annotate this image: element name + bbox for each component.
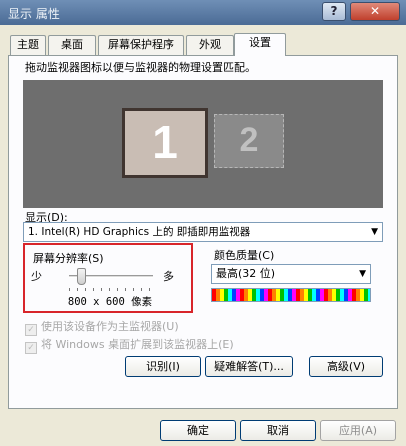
tab-settings[interactable]: 设置 — [234, 33, 286, 56]
color-quality-value: 最高(32 位) — [216, 267, 276, 280]
primary-monitor-checkbox[interactable]: ✓ 使用该设备作为主监视器(U) — [25, 318, 179, 336]
color-quality-label: 颜色质量(C) — [214, 249, 275, 262]
color-spectrum-bar — [211, 288, 371, 302]
slider-ticks — [69, 288, 153, 291]
settings-panel: 拖动监视器图标以便与监视器的物理设置匹配。 1 2 显示(D): 1. Inte… — [8, 55, 398, 409]
chevron-down-icon: ▼ — [359, 269, 366, 279]
checkbox-label: 将 Windows 桌面扩展到该监视器上(E) — [41, 338, 234, 351]
title-bar: 显示 属性 ? ✕ — [0, 0, 406, 25]
close-button[interactable]: ✕ — [350, 2, 400, 21]
resolution-slider-thumb[interactable] — [76, 268, 86, 285]
advanced-button[interactable]: 高级(V) — [309, 356, 383, 377]
help-button[interactable]: ? — [322, 2, 346, 21]
window-title: 显示 属性 — [8, 7, 60, 21]
ok-button[interactable]: 确定 — [160, 420, 236, 441]
resolution-value: 800 x 600 像素 — [67, 296, 153, 308]
display-select-value: 1. Intel(R) HD Graphics 上的 即插即用监视器 — [28, 226, 251, 238]
checkbox-icon: ✓ — [25, 324, 37, 336]
tab-screensaver[interactable]: 屏幕保护程序 — [98, 35, 184, 55]
tab-appearance[interactable]: 外观 — [186, 35, 234, 55]
resolution-high-label: 多 — [163, 270, 174, 283]
cancel-button[interactable]: 取消 — [240, 420, 316, 441]
color-quality-select[interactable]: 最高(32 位) ▼ — [211, 264, 371, 284]
apply-button[interactable]: 应用(A) — [320, 420, 396, 441]
monitor-1-icon[interactable]: 1 — [122, 108, 208, 178]
resolution-label: 屏幕分辨率(S) — [33, 252, 104, 265]
monitor-2-icon[interactable]: 2 — [214, 114, 284, 168]
resolution-low-label: 少 — [31, 270, 42, 283]
extend-desktop-checkbox[interactable]: ✓ 将 Windows 桌面扩展到该监视器上(E) — [25, 336, 234, 354]
chevron-down-icon: ▼ — [371, 227, 378, 237]
identify-button[interactable]: 识别(I) — [125, 356, 201, 377]
checkbox-icon: ✓ — [25, 342, 37, 354]
resolution-group: 屏幕分辨率(S) 少 多 800 x 600 像素 — [23, 243, 193, 313]
intro-text: 拖动监视器图标以便与监视器的物理设置匹配。 — [25, 61, 256, 74]
tab-strip: 主题 桌面 屏幕保护程序 外观 设置 — [8, 33, 398, 56]
display-select[interactable]: 1. Intel(R) HD Graphics 上的 即插即用监视器 ▼ — [23, 222, 383, 242]
monitor-arrangement-area: 1 2 — [23, 80, 383, 208]
troubleshoot-button[interactable]: 疑难解答(T)... — [205, 356, 293, 377]
tab-desktop[interactable]: 桌面 — [48, 35, 96, 55]
checkbox-label: 使用该设备作为主监视器(U) — [41, 320, 179, 333]
tab-themes[interactable]: 主题 — [10, 35, 46, 55]
